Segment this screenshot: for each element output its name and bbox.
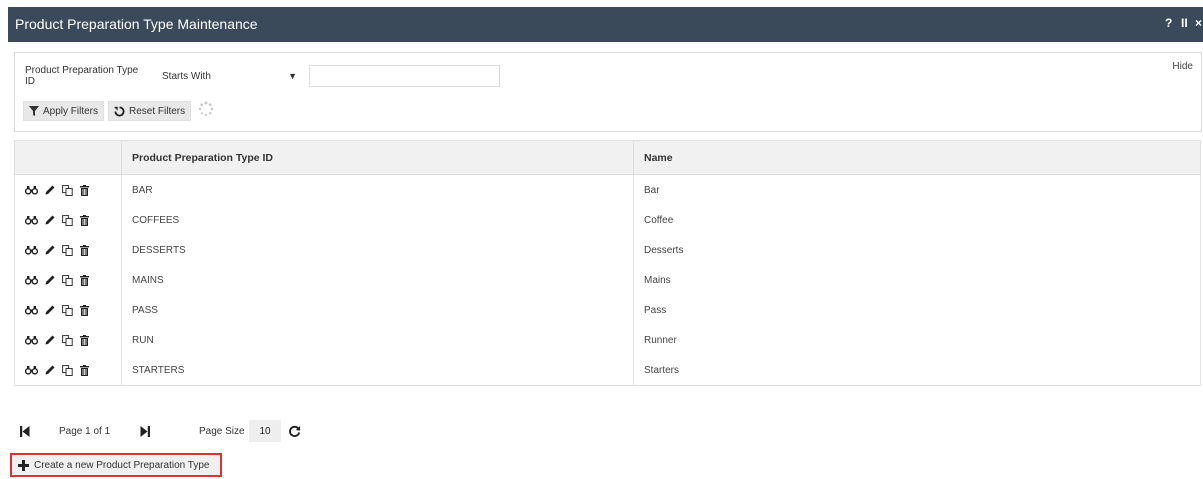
create-preparation-type-button[interactable]: Create a new Product Preparation Type [10, 453, 222, 477]
copy-icon[interactable] [62, 274, 73, 286]
trash-icon[interactable] [80, 244, 89, 256]
pencil-icon[interactable] [45, 335, 55, 345]
cell-name: Runner [633, 325, 1201, 355]
pencil-icon[interactable] [45, 365, 55, 375]
data-table: Product Preparation Type ID Name BAR Bar… [14, 140, 1201, 386]
copy-icon[interactable] [62, 244, 73, 256]
copy-icon[interactable] [62, 304, 73, 316]
column-header-actions [14, 140, 122, 175]
pencil-icon[interactable] [45, 185, 55, 195]
last-page-icon[interactable] [140, 420, 150, 442]
cell-preparation-type-id: STARTERS [121, 355, 634, 386]
cell-preparation-type-id: COFFEES [121, 205, 634, 235]
row-actions-cell [14, 355, 122, 386]
cell-name: Coffee [633, 205, 1201, 235]
reset-filters-label: Reset Filters [129, 105, 186, 117]
window-titlebar: Product Preparation Type Maintenance ? I… [8, 7, 1203, 42]
refresh-icon[interactable] [288, 420, 301, 442]
close-button[interactable]: × [1195, 16, 1202, 30]
filter-value-input[interactable] [309, 65, 500, 87]
table-row[interactable]: STARTERS Starters [14, 355, 1201, 386]
reset-filters-button[interactable]: Reset Filters [108, 101, 192, 121]
table-row[interactable]: DESSERTS Desserts [14, 235, 1201, 265]
cell-preparation-type-id: BAR [121, 174, 634, 205]
cell-name: Pass [633, 295, 1201, 325]
binoculars-icon[interactable] [25, 245, 38, 255]
copy-icon[interactable] [62, 184, 73, 196]
cell-preparation-type-id: MAINS [121, 265, 634, 295]
row-actions-cell [14, 205, 122, 235]
help-button[interactable]: ? [1165, 16, 1172, 30]
table-row[interactable]: COFFEES Coffee [14, 205, 1201, 235]
table-row[interactable]: MAINS Mains [14, 265, 1201, 295]
first-page-icon[interactable] [20, 420, 30, 442]
column-header-id[interactable]: Product Preparation Type ID [121, 140, 634, 175]
row-actions-cell [14, 295, 122, 325]
cell-preparation-type-id: RUN [121, 325, 634, 355]
filter-operator-value: Starts With [162, 71, 211, 82]
apply-filters-button[interactable]: Apply Filters [23, 101, 105, 121]
page-size-label: Page Size [199, 425, 245, 437]
page-size-input[interactable] [249, 420, 281, 442]
column-header-name[interactable]: Name [633, 140, 1201, 175]
trash-icon[interactable] [80, 214, 89, 226]
trash-icon[interactable] [80, 184, 89, 196]
binoculars-icon[interactable] [25, 275, 38, 285]
trash-icon[interactable] [80, 364, 89, 376]
cell-name: Bar [633, 174, 1201, 205]
binoculars-icon[interactable] [25, 305, 38, 315]
cell-name: Starters [633, 355, 1201, 386]
reset-icon [114, 105, 125, 117]
cell-name: Desserts [633, 235, 1201, 265]
plus-icon [18, 459, 29, 471]
table-row[interactable]: PASS Pass [14, 295, 1201, 325]
page-indicator: Page 1 of 1 [59, 425, 111, 437]
pager: Page 1 of 1 Page Size [14, 420, 414, 442]
binoculars-icon[interactable] [25, 215, 38, 225]
pencil-icon[interactable] [45, 215, 55, 225]
table-header-row: Product Preparation Type ID Name [14, 140, 1201, 175]
table-row[interactable]: RUN Runner [14, 325, 1201, 355]
apply-filters-label: Apply Filters [43, 105, 99, 117]
pencil-icon[interactable] [45, 275, 55, 285]
cell-preparation-type-id: PASS [121, 295, 634, 325]
copy-icon[interactable] [62, 334, 73, 346]
table-row[interactable]: BAR Bar [14, 174, 1201, 205]
binoculars-icon[interactable] [25, 365, 38, 375]
copy-icon[interactable] [62, 214, 73, 226]
trash-icon[interactable] [80, 304, 89, 316]
trash-icon[interactable] [80, 334, 89, 346]
pencil-icon[interactable] [45, 305, 55, 315]
binoculars-icon[interactable] [25, 335, 38, 345]
row-actions-cell [14, 265, 122, 295]
pencil-icon[interactable] [45, 245, 55, 255]
window-title: Product Preparation Type Maintenance [15, 16, 258, 32]
row-actions-cell [14, 174, 122, 205]
filter-panel: Product Preparation Type ID Starts With … [14, 52, 1202, 132]
create-button-label: Create a new Product Preparation Type [34, 459, 210, 471]
row-actions-cell [14, 235, 122, 265]
row-actions-cell [14, 325, 122, 355]
cell-name: Mains [633, 265, 1201, 295]
filter-field-label: Product Preparation Type ID [25, 65, 139, 87]
trash-icon[interactable] [80, 274, 89, 286]
loading-spinner-icon [198, 101, 214, 117]
dropdown-caret-icon: ▼ [288, 71, 297, 81]
hide-filters-link[interactable]: Hide [1172, 61, 1193, 72]
binoculars-icon[interactable] [25, 185, 38, 195]
pause-button[interactable]: II [1181, 16, 1188, 30]
copy-icon[interactable] [62, 364, 73, 376]
cell-preparation-type-id: DESSERTS [121, 235, 634, 265]
filter-funnel-icon [29, 106, 39, 116]
filter-operator-select[interactable]: Starts With ▼ [155, 65, 305, 87]
